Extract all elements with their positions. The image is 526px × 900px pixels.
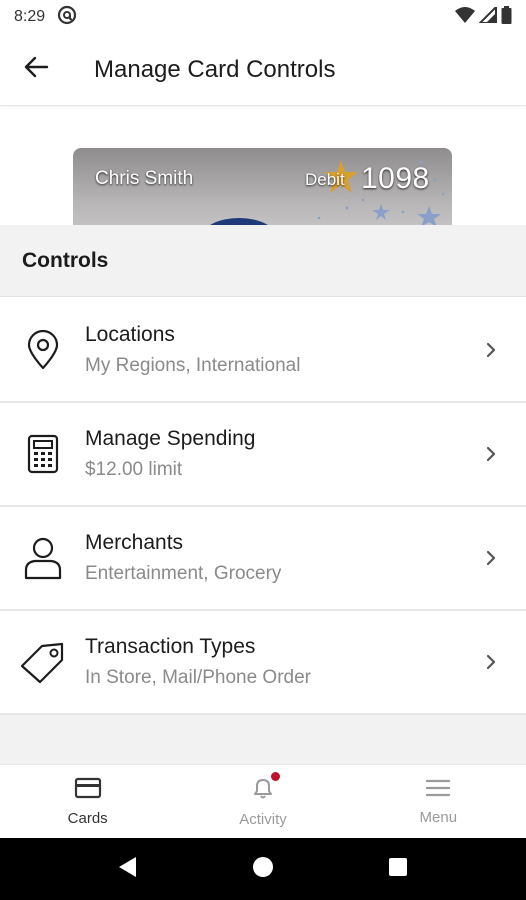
control-title: Transaction Types	[85, 635, 256, 658]
system-navigation-bar	[0, 838, 526, 900]
circle-home-icon	[252, 856, 274, 883]
battery-icon	[501, 5, 512, 29]
status-bar: 8:29	[0, 0, 526, 34]
control-subtitle: $12.00 limit	[85, 459, 183, 480]
wifi-icon	[455, 6, 475, 28]
control-row-transaction-types[interactable]: Transaction Types In Store, Mail/Phone O…	[0, 611, 526, 715]
control-title: Locations	[85, 323, 175, 346]
control-subtitle: My Regions, International	[85, 355, 301, 376]
controls-list: Locations My Regions, International Mana…	[0, 299, 526, 715]
control-row-text: Transaction Types In Store, Mail/Phone O…	[85, 635, 456, 689]
chevron-right-icon	[456, 549, 526, 567]
controls-section-header: Controls	[0, 225, 526, 297]
at-sign-icon	[57, 5, 77, 30]
chevron-right-icon	[456, 445, 526, 463]
bottom-navigation: Cards Activity Menu	[0, 764, 526, 838]
nav-tab-cards[interactable]: Cards	[0, 765, 175, 838]
person-icon	[0, 506, 85, 610]
list-footer-spacer	[0, 715, 526, 764]
page-title: Manage Card Controls	[94, 55, 336, 83]
control-title: Merchants	[85, 531, 184, 554]
nav-label-activity: Activity	[239, 810, 287, 828]
card-last-four: 1098	[361, 162, 430, 195]
card-holder-name: Chris Smith	[95, 168, 194, 189]
control-row-text: Merchants Entertainment, Grocery	[85, 531, 456, 585]
square-recents-icon	[388, 857, 408, 882]
system-recents-button[interactable]	[373, 844, 423, 894]
control-row-merchants[interactable]: Merchants Entertainment, Grocery	[0, 507, 526, 611]
card-preview-area: Chris Smith Debit 1098	[0, 107, 526, 225]
control-row-locations[interactable]: Locations My Regions, International	[0, 299, 526, 403]
system-back-button[interactable]	[103, 844, 153, 894]
nav-tab-menu[interactable]: Menu	[351, 765, 526, 838]
chevron-right-icon	[456, 341, 526, 359]
control-row-text: Locations My Regions, International	[85, 323, 456, 377]
nav-label-menu: Menu	[419, 808, 458, 826]
control-title: Manage Spending	[85, 427, 256, 450]
tag-icon	[0, 610, 85, 714]
activity-notification-badge	[271, 772, 281, 781]
system-home-button[interactable]	[238, 844, 288, 894]
control-subtitle: Entertainment, Grocery	[85, 563, 282, 584]
chevron-right-icon	[456, 653, 526, 671]
location-pin-icon	[0, 298, 85, 402]
status-time: 8:29	[14, 8, 46, 25]
card-icon	[74, 777, 102, 804]
control-subtitle: In Store, Mail/Phone Order	[85, 667, 311, 688]
nav-tab-activity[interactable]: Activity	[175, 765, 350, 838]
arrow-left-icon	[23, 56, 49, 83]
bell-icon	[251, 776, 275, 805]
nav-label-cards: Cards	[67, 809, 108, 827]
card-type-label: Debit	[305, 170, 345, 189]
app-bar: Manage Card Controls	[0, 34, 526, 106]
control-row-text: Manage Spending $12.00 limit	[85, 427, 456, 481]
calculator-icon	[0, 402, 85, 506]
cellular-signal-icon	[477, 4, 497, 28]
debit-card-image[interactable]: Chris Smith Debit 1098	[73, 148, 452, 225]
control-row-manage-spending[interactable]: Manage Spending $12.00 limit	[0, 403, 526, 507]
hamburger-icon	[425, 778, 451, 803]
triangle-back-icon	[118, 856, 138, 883]
back-button[interactable]	[0, 34, 72, 106]
